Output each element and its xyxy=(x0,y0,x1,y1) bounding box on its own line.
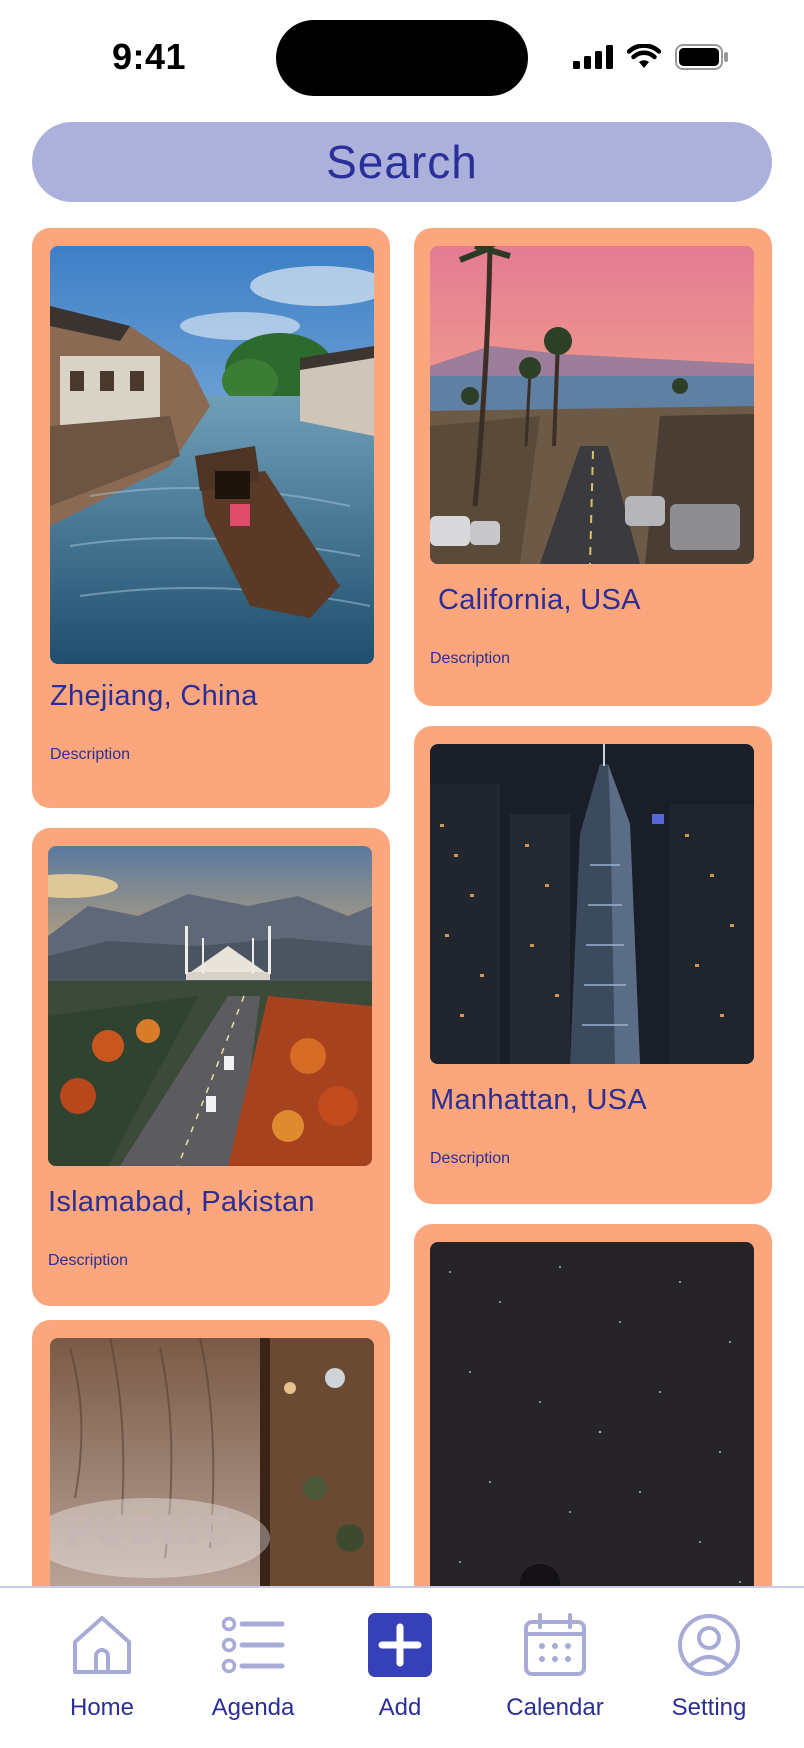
tab-label: Calendar xyxy=(506,1694,604,1721)
canal-boat-photo xyxy=(50,246,374,664)
destination-card[interactable]: California, USA Description xyxy=(414,228,772,706)
destination-card[interactable]: PUBLIC xyxy=(32,1320,390,1586)
list-icon xyxy=(218,1610,288,1680)
destination-card[interactable]: Manhattan, USA Description xyxy=(414,726,772,1204)
card-description: Description xyxy=(48,1252,129,1269)
profile-icon xyxy=(674,1610,744,1680)
card-description: Description xyxy=(430,1150,511,1167)
home-icon xyxy=(67,1610,137,1680)
destination-card[interactable]: Islamabad, Pakistan Description xyxy=(32,828,390,1306)
card-description: Description xyxy=(430,650,511,667)
card-title: Islamabad, Pakistan xyxy=(48,1186,315,1218)
destination-feed[interactable]: Zhejiang, China Description California, … xyxy=(0,0,804,1586)
tab-calendar[interactable]: Calendar xyxy=(485,1610,625,1730)
calendar-icon xyxy=(520,1610,590,1680)
card-title: California, USA xyxy=(438,584,641,616)
night-skyscraper-photo xyxy=(430,744,754,1064)
tab-setting[interactable]: Setting xyxy=(639,1610,779,1730)
tab-add[interactable]: Add xyxy=(330,1610,470,1730)
card-description: Description xyxy=(50,746,131,763)
tab-home[interactable]: Home xyxy=(32,1610,172,1730)
tab-agenda[interactable]: Agenda xyxy=(183,1610,323,1730)
tab-label: Setting xyxy=(671,1694,747,1721)
tab-label: Add xyxy=(378,1694,422,1721)
mosque-highway-photo xyxy=(48,846,372,1166)
card-title: Zhejiang, China xyxy=(50,680,258,712)
public-sign-text: PUBLIC xyxy=(64,1508,233,1554)
card-title: Manhattan, USA xyxy=(430,1084,647,1116)
starry-sky-photo xyxy=(430,1242,754,1586)
palm-street-sunset-photo xyxy=(430,246,754,564)
plus-icon xyxy=(365,1610,435,1680)
tab-label: Agenda xyxy=(211,1694,295,1721)
destination-card[interactable] xyxy=(414,1224,772,1586)
tab-bar: Home Agenda Add Calendar Setting xyxy=(0,1586,804,1748)
wooden-door-public-photo: PUBLIC xyxy=(50,1338,374,1586)
tab-label: Home xyxy=(69,1694,135,1721)
destination-card[interactable]: Zhejiang, China Description xyxy=(32,228,390,808)
